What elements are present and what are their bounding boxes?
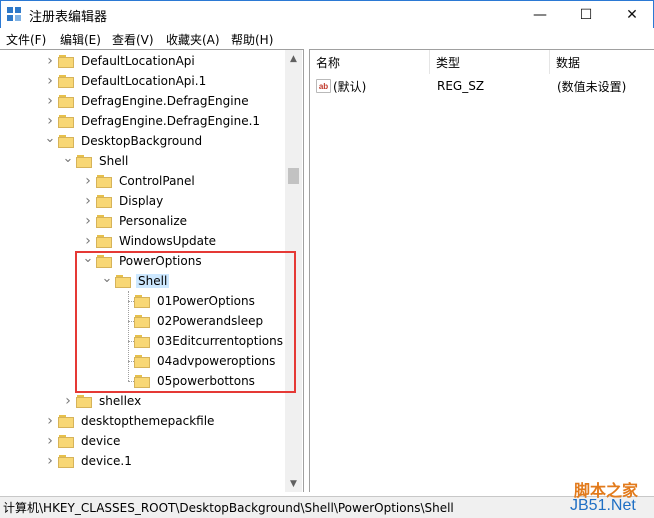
- tree-item-label: DefragEngine.DefragEngine.1: [81, 114, 261, 128]
- tree-item[interactable]: › DefaultLocationApi.1: [44, 71, 208, 91]
- tree-item[interactable]: ⌄ Shell: [62, 151, 130, 171]
- tree-item-label: shellex: [99, 394, 142, 408]
- chevron-right-icon[interactable]: ›: [44, 71, 56, 91]
- menu-file[interactable]: 文件(F): [6, 31, 46, 48]
- tree-item[interactable]: › ControlPanel: [82, 171, 197, 191]
- folder-icon: [58, 74, 74, 88]
- folder-icon: [76, 154, 92, 168]
- chevron-right-icon[interactable]: ›: [44, 451, 56, 471]
- chevron-right-icon[interactable]: ›: [44, 411, 56, 431]
- folder-icon: [96, 174, 112, 188]
- folder-icon: [58, 434, 74, 448]
- string-value-icon: ab: [316, 79, 331, 93]
- folder-icon: [76, 394, 92, 408]
- folder-icon: [58, 54, 74, 68]
- tree-item[interactable]: › DefaultLocationApi: [44, 51, 197, 71]
- folder-icon: [58, 94, 74, 108]
- folder-icon: [96, 234, 112, 248]
- tree-item-label: ControlPanel: [119, 174, 195, 188]
- tree-item-label: device.1: [81, 454, 132, 468]
- values-list[interactable]: 名称 类型 数据 ab (默认) REG_SZ (数值未设置): [309, 49, 654, 492]
- chevron-right-icon[interactable]: ›: [44, 431, 56, 451]
- tree-item-label: Shell: [99, 154, 129, 168]
- folder-icon: [58, 114, 74, 128]
- tree-item-label: DefaultLocationApi.1: [81, 74, 207, 88]
- minimize-button[interactable]: —: [517, 1, 563, 28]
- folder-icon: [58, 454, 74, 468]
- menu-view[interactable]: 查看(V): [112, 31, 154, 48]
- tree-item-label: DesktopBackground: [81, 134, 203, 148]
- highlight-box: [75, 251, 296, 393]
- chevron-right-icon[interactable]: ›: [82, 191, 94, 211]
- menu-edit[interactable]: 编辑(E): [60, 31, 101, 48]
- column-header-name[interactable]: 名称: [310, 50, 430, 74]
- tree-item-label: Display: [119, 194, 164, 208]
- maximize-button[interactable]: ☐: [563, 1, 609, 28]
- column-header-data[interactable]: 数据: [550, 50, 654, 74]
- value-name: (默认): [333, 79, 367, 94]
- tree-item-label: WindowsUpdate: [119, 234, 217, 248]
- tree-item-label: desktopthemepackfile: [81, 414, 215, 428]
- tree-item-label: DefragEngine.DefragEngine: [81, 94, 249, 108]
- tree-item[interactable]: › Display: [82, 191, 165, 211]
- tree-item[interactable]: › device.1: [44, 451, 134, 471]
- scroll-down-icon[interactable]: ▼: [285, 475, 302, 492]
- chevron-right-icon[interactable]: ›: [82, 211, 94, 231]
- value-row-name[interactable]: ab (默认): [316, 76, 431, 96]
- folder-icon: [58, 134, 74, 148]
- registry-editor-icon: [7, 7, 23, 23]
- menu-favorites[interactable]: 收藏夹(A): [166, 31, 220, 48]
- folder-icon: [96, 194, 112, 208]
- folder-icon: [58, 414, 74, 428]
- value-data: (数值未设置): [557, 79, 627, 94]
- tree-item[interactable]: › desktopthemepackfile: [44, 411, 216, 431]
- tree-item[interactable]: › DefragEngine.DefragEngine: [44, 91, 251, 111]
- title-bar: 注册表编辑器 — ☐ ✕: [0, 0, 654, 28]
- tree-item-label: Personalize: [119, 214, 188, 228]
- chevron-down-icon[interactable]: ⌄: [44, 128, 56, 148]
- menu-help[interactable]: 帮助(H): [231, 31, 273, 48]
- tree-item[interactable]: › DefragEngine.DefragEngine.1: [44, 111, 262, 131]
- status-path: 计算机\HKEY_CLASSES_ROOT\DesktopBackground\…: [3, 501, 454, 515]
- tree-item[interactable]: › WindowsUpdate: [82, 231, 218, 251]
- column-header-type[interactable]: 类型: [430, 50, 550, 74]
- watermark-bottom: JB51.Net: [570, 497, 636, 514]
- scroll-thumb[interactable]: [288, 168, 299, 184]
- scroll-up-icon[interactable]: ▲: [285, 50, 302, 67]
- watermark: 脚本之家 JB51.Net: [570, 477, 654, 517]
- chevron-right-icon[interactable]: ›: [82, 171, 94, 191]
- chevron-right-icon[interactable]: ›: [44, 91, 56, 111]
- tree-item-label: device: [81, 434, 121, 448]
- status-bar: 计算机\HKEY_CLASSES_ROOT\DesktopBackground\…: [0, 496, 654, 518]
- window-title: 注册表编辑器: [29, 10, 108, 25]
- tree-item[interactable]: › Personalize: [82, 211, 189, 231]
- chevron-right-icon[interactable]: ›: [44, 51, 56, 71]
- chevron-down-icon[interactable]: ⌄: [62, 148, 74, 168]
- folder-icon: [96, 214, 112, 228]
- menu-bar: 文件(F) 编辑(E) 查看(V) 收藏夹(A) 帮助(H): [0, 28, 654, 49]
- close-button[interactable]: ✕: [609, 1, 654, 28]
- tree-item-label: DefaultLocationApi: [81, 54, 195, 68]
- tree-item[interactable]: › shellex: [62, 391, 143, 411]
- value-type: REG_SZ: [437, 79, 485, 93]
- chevron-right-icon[interactable]: ›: [62, 391, 74, 411]
- tree-item[interactable]: › device: [44, 431, 122, 451]
